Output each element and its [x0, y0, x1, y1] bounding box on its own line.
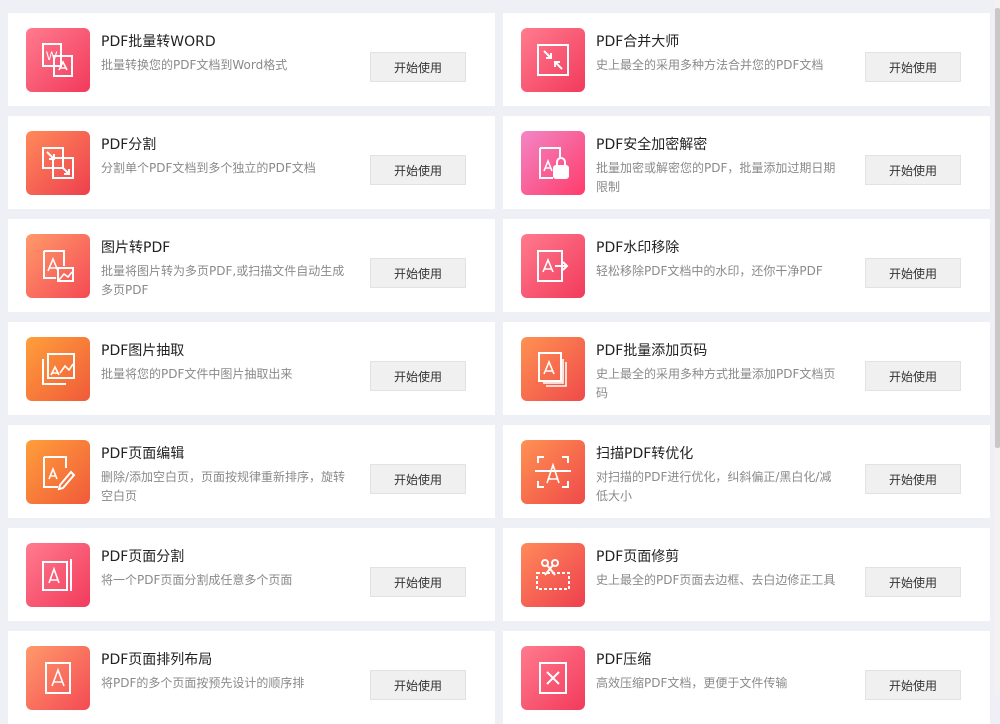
image-to-pdf-icon [26, 234, 90, 298]
word-convert-icon: W [26, 28, 90, 92]
tool-title: PDF批量添加页码 [596, 343, 708, 359]
tool-card-page-split: PDF页面分割 将一个PDF页面分割成任意多个页面 开始使用 [8, 528, 495, 621]
tool-title: PDF页面编辑 [101, 446, 185, 462]
start-button[interactable]: 开始使用 [865, 155, 961, 185]
start-button[interactable]: 开始使用 [370, 464, 466, 494]
tool-title: PDF安全加密解密 [596, 137, 708, 153]
tool-description: 将PDF的多个页面按预先设计的顺序排 [101, 676, 305, 690]
tool-description: 史上最全的PDF页面去边框、去白边修正工具 [596, 573, 836, 587]
tool-description: 史上最全的采用多种方式批量添加PDF文档页码 [596, 367, 836, 400]
tool-card-scan-optimize: 扫描PDF转优化 对扫描的PDF进行优化，纠斜偏正/黑白化/减低大小 开始使用 [503, 425, 990, 518]
tool-description: 批量加密或解密您的PDF，批量添加过期日期限制 [596, 161, 836, 194]
tool-title: PDF页面修剪 [596, 549, 680, 565]
image-extract-icon [26, 337, 90, 401]
start-button[interactable]: 开始使用 [370, 361, 466, 391]
scrollbar[interactable] [995, 0, 1000, 695]
split-icon [26, 131, 90, 195]
tool-card-pdf-merge: PDF合并大师 史上最全的采用多种方法合并您的PDF文档 开始使用 [503, 13, 990, 106]
page-layout-icon [26, 646, 90, 710]
tool-description: 批量转换您的PDF文档到Word格式 [101, 58, 288, 72]
tool-title: PDF水印移除 [596, 240, 680, 256]
tool-description: 轻松移除PDF文档中的水印，还你干净PDF [596, 264, 823, 278]
tool-title: PDF页面排列布局 [101, 652, 213, 668]
tool-card-pdf-encrypt: PDF安全加密解密 批量加密或解密您的PDF，批量添加过期日期限制 开始使用 [503, 116, 990, 209]
merge-icon [521, 28, 585, 92]
page-crop-icon [521, 543, 585, 607]
page-number-icon [521, 337, 585, 401]
tool-card-pdf-split: PDF分割 分割单个PDF文档到多个独立的PDF文档 开始使用 [8, 116, 495, 209]
tool-description: 高效压缩PDF文档，更便于文件传输 [596, 676, 788, 690]
tool-title: PDF分割 [101, 137, 157, 153]
tool-title: PDF批量转WORD [101, 34, 216, 50]
compress-icon [521, 646, 585, 710]
tool-title: PDF合并大师 [596, 34, 680, 50]
tool-card-page-edit: PDF页面编辑 删除/添加空白页，页面按规律重新排序，旋转空白页 开始使用 [8, 425, 495, 518]
tool-title: 扫描PDF转优化 [596, 446, 694, 462]
page-edit-icon [26, 440, 90, 504]
tool-card-page-layout: PDF页面排列布局 将PDF的多个页面按预先设计的顺序排 开始使用 [8, 631, 495, 724]
tool-description: 将一个PDF页面分割成任意多个页面 [101, 573, 293, 587]
tool-card-watermark-remove: PDF水印移除 轻松移除PDF文档中的水印，还你干净PDF 开始使用 [503, 219, 990, 312]
tool-title: PDF压缩 [596, 652, 652, 668]
start-button[interactable]: 开始使用 [370, 155, 466, 185]
watermark-remove-icon [521, 234, 585, 298]
tool-grid: W PDF批量转WORD 批量转换您的PDF文档到Word格式 开始使用 PDF… [8, 13, 990, 724]
tool-card-page-crop: PDF页面修剪 史上最全的PDF页面去边框、去白边修正工具 开始使用 [503, 528, 990, 621]
tool-card-image-to-pdf: 图片转PDF 批量将图片转为多页PDF,或扫描文件自动生成多页PDF 开始使用 [8, 219, 495, 312]
start-button[interactable]: 开始使用 [865, 464, 961, 494]
start-button[interactable]: 开始使用 [370, 52, 466, 82]
start-button[interactable]: 开始使用 [865, 258, 961, 288]
tool-title: PDF图片抽取 [101, 343, 185, 359]
page-split-icon [26, 543, 90, 607]
tool-description: 批量将您的PDF文件中图片抽取出来 [101, 367, 293, 381]
tool-card-page-number: PDF批量添加页码 史上最全的采用多种方式批量添加PDF文档页码 开始使用 [503, 322, 990, 415]
start-button[interactable]: 开始使用 [865, 361, 961, 391]
tool-title: PDF页面分割 [101, 549, 185, 565]
tool-description: 对扫描的PDF进行优化，纠斜偏正/黑白化/减低大小 [596, 470, 832, 503]
lock-icon [521, 131, 585, 195]
tool-title: 图片转PDF [101, 240, 171, 256]
start-button[interactable]: 开始使用 [865, 52, 961, 82]
tool-description: 批量将图片转为多页PDF,或扫描文件自动生成多页PDF [101, 264, 345, 297]
start-button[interactable]: 开始使用 [865, 670, 961, 700]
tool-card-pdf-to-word: W PDF批量转WORD 批量转换您的PDF文档到Word格式 开始使用 [8, 13, 495, 106]
start-button[interactable]: 开始使用 [370, 567, 466, 597]
tool-description: 删除/添加空白页，页面按规律重新排序，旋转空白页 [101, 470, 346, 503]
start-button[interactable]: 开始使用 [865, 567, 961, 597]
tool-description: 分割单个PDF文档到多个独立的PDF文档 [101, 161, 316, 175]
tool-card-compress: PDF压缩 高效压缩PDF文档，更便于文件传输 开始使用 [503, 631, 990, 724]
start-button[interactable]: 开始使用 [370, 670, 466, 700]
tool-description: 史上最全的采用多种方法合并您的PDF文档 [596, 58, 824, 72]
scrollbar-thumb[interactable] [995, 8, 1000, 448]
scan-optimize-icon [521, 440, 585, 504]
tool-card-image-extract: PDF图片抽取 批量将您的PDF文件中图片抽取出来 开始使用 [8, 322, 495, 415]
start-button[interactable]: 开始使用 [370, 258, 466, 288]
